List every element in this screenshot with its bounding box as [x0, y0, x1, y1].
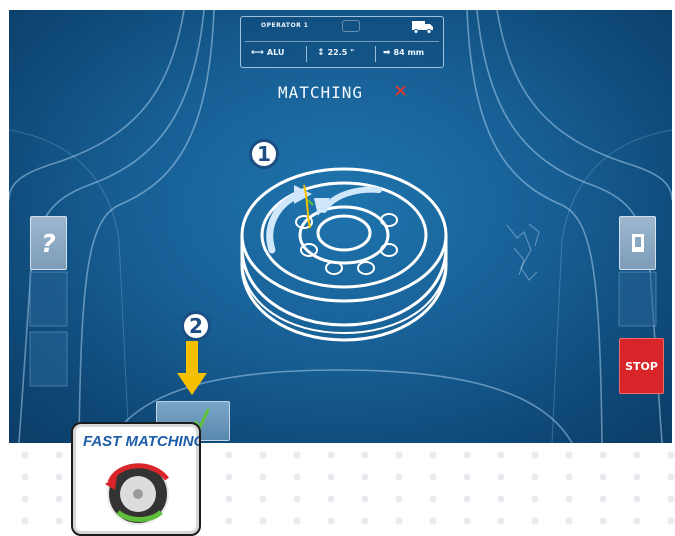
exit-button[interactable] — [619, 216, 656, 270]
rim-type-icon: ⟷ — [251, 48, 264, 58]
step-1-badge: 1 — [249, 139, 279, 169]
panel-separator — [306, 46, 307, 62]
rim-width-icon: ➡ — [383, 48, 391, 58]
balancer-screen: OPERATOR 1 ⟷ ALU ↕ 22.5 " ➡ 84 mm MATCHING ✕ — [9, 10, 672, 443]
panel-divider — [245, 41, 439, 42]
rim-width: ➡ 84 mm — [383, 48, 425, 58]
tyre-info-panel: OPERATOR 1 ⟷ ALU ↕ 22.5 " ➡ 84 mm — [240, 16, 444, 68]
panel-separator — [375, 46, 376, 62]
help-button[interactable]: ? — [30, 216, 67, 270]
operator-name: OPERATOR 1 — [261, 22, 309, 29]
truck-icon — [412, 21, 433, 34]
rim-diameter-icon: ↕ — [317, 48, 325, 58]
logo-text: FAST MATCHING — [83, 433, 199, 450]
fast-matching-wheel-icon: FAST MATCHING — [83, 433, 199, 525]
stop-button[interactable]: STOP — [619, 338, 664, 394]
operator-badge — [342, 20, 360, 32]
cancel-x-icon: ✕ — [394, 78, 409, 103]
fast-matching-logo: FAST MATCHING — [71, 422, 201, 536]
rim-type: ⟷ ALU — [251, 48, 285, 58]
wheel-illustration — [240, 167, 448, 342]
rim-diameter: ↕ 22.5 " — [317, 48, 355, 58]
step-2-badge: 2 — [181, 311, 211, 341]
arrow-down-icon — [177, 341, 207, 395]
screen-title: MATCHING ✕ — [278, 78, 409, 103]
door-exit-icon — [631, 234, 644, 252]
